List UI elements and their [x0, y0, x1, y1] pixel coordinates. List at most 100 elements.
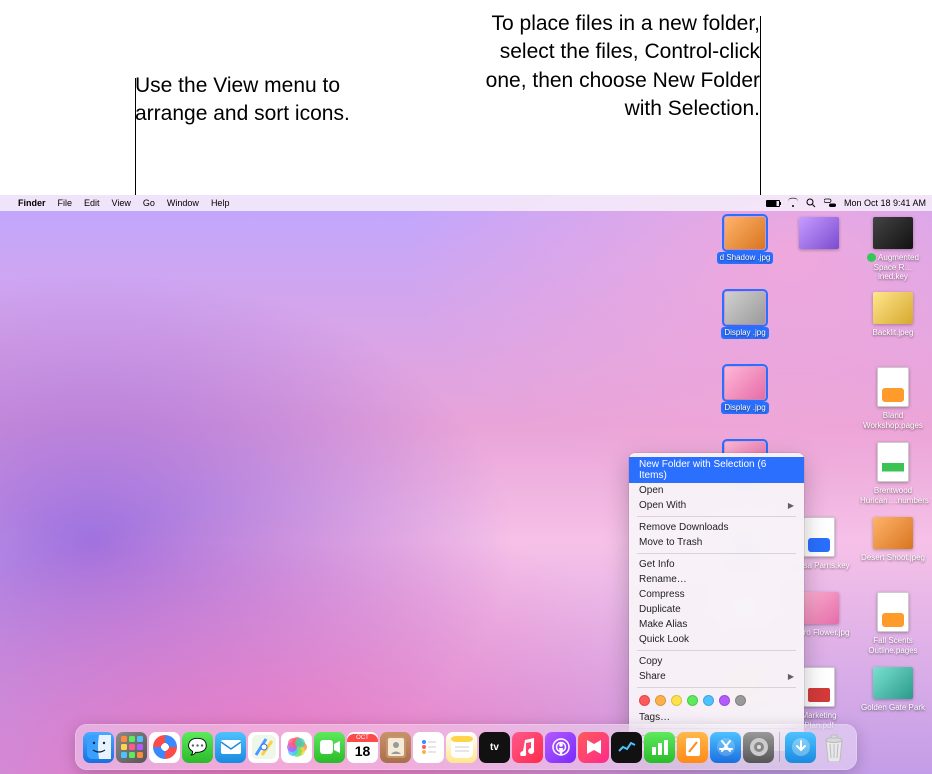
desktop-file-icon[interactable]: Backlit.jpeg	[856, 292, 930, 367]
file-thumbnail	[873, 517, 913, 549]
dock-finder-icon[interactable]	[83, 732, 114, 763]
tag-color-dot[interactable]	[719, 695, 730, 706]
ctx-item-move-to-trash[interactable]: Move to Trash	[629, 535, 804, 550]
dock-trash-icon[interactable]	[818, 732, 849, 763]
file-thumbnail	[803, 517, 835, 557]
dock-tv-icon[interactable]: tv	[479, 732, 510, 763]
dock-news-icon[interactable]	[578, 732, 609, 763]
dock-contacts-icon[interactable]	[380, 732, 411, 763]
menubar-item-window[interactable]: Window	[161, 198, 205, 208]
menubar-item-view[interactable]: View	[106, 198, 137, 208]
context-menu: New Folder with Selection (6 Items) Open…	[629, 453, 804, 751]
dock-safari-icon[interactable]	[149, 732, 180, 763]
dock-settings-icon[interactable]	[743, 732, 774, 763]
battery-icon[interactable]	[766, 200, 780, 207]
dock-launchpad-icon[interactable]	[116, 732, 147, 763]
tag-color-dot[interactable]	[703, 695, 714, 706]
ctx-item-open[interactable]: Open	[629, 483, 804, 498]
desktop-file-icon[interactable]: Fall Scents Outline.pages	[856, 592, 930, 667]
dock-calendar-icon[interactable]: OCT18	[347, 732, 378, 763]
file-thumbnail	[799, 217, 839, 249]
file-label: Golden Gate Park	[859, 702, 927, 714]
file-label: Brentwood Hurican….numbers	[858, 485, 928, 506]
file-thumbnail	[873, 667, 913, 699]
menubar: Finder File Edit View Go Window Help Mon…	[0, 195, 932, 211]
file-thumbnail	[725, 367, 765, 399]
file-label	[817, 252, 821, 254]
desktop-file-icon[interactable]: Golden Gate Park	[856, 667, 930, 742]
ctx-tag-colors	[629, 691, 804, 710]
ctx-item-new-folder-selection[interactable]: New Folder with Selection (6 Items)	[629, 457, 804, 483]
chevron-right-icon: ▶	[788, 672, 794, 681]
file-label: Bland Workshop.pages	[858, 410, 928, 431]
desktop-file-icon[interactable]: Display .jpg	[708, 367, 782, 442]
ctx-item-compress[interactable]: Compress	[629, 587, 804, 602]
menubar-item-edit[interactable]: Edit	[78, 198, 106, 208]
menubar-item-file[interactable]: File	[52, 198, 79, 208]
callout-view-menu: Use the View menu to arrange and sort ic…	[135, 72, 375, 129]
desktop-file-icon[interactable]	[782, 217, 856, 292]
separator	[637, 516, 796, 517]
spotlight-icon[interactable]	[806, 198, 816, 208]
dock-notes-icon[interactable]	[446, 732, 477, 763]
desktop-file-icon[interactable]: Desert Shoot.jpeg	[856, 517, 930, 592]
menubar-datetime[interactable]: Mon Oct 18 9:41 AM	[844, 198, 926, 208]
dock-reminders-icon[interactable]	[413, 732, 444, 763]
dock-music-icon[interactable]	[512, 732, 543, 763]
tag-color-dot[interactable]	[671, 695, 682, 706]
file-label: Desert Shoot.jpeg	[859, 552, 927, 564]
separator	[637, 650, 796, 651]
dock-downloads-icon[interactable]	[785, 732, 816, 763]
file-label: Augmented Space R…ined.key	[858, 252, 928, 283]
dock-photos-icon[interactable]	[281, 732, 312, 763]
ctx-item-make-alias[interactable]: Make Alias	[629, 617, 804, 632]
dock-podcasts-icon[interactable]	[545, 732, 576, 763]
ctx-item-copy[interactable]: Copy	[629, 654, 804, 669]
ctx-item-remove-downloads[interactable]: Remove Downloads	[629, 520, 804, 535]
tag-color-dot[interactable]	[735, 695, 746, 706]
desktop-file-icon[interactable]: Display .jpg	[708, 292, 782, 367]
desktop-file-icon[interactable]: Augmented Space R…ined.key	[856, 217, 930, 292]
desktop[interactable]: Finder File Edit View Go Window Help Mon…	[0, 195, 932, 774]
file-label: Display .jpg	[721, 327, 768, 339]
file-thumbnail	[725, 292, 765, 324]
dock-divider	[779, 732, 780, 762]
ctx-item-get-info[interactable]: Get Info	[629, 557, 804, 572]
ctx-item-tags[interactable]: Tags…	[629, 710, 804, 725]
dock-stocks-icon[interactable]	[611, 732, 642, 763]
menubar-item-go[interactable]: Go	[137, 198, 161, 208]
dock-maps-icon[interactable]	[248, 732, 279, 763]
tag-color-dot[interactable]	[687, 695, 698, 706]
dock-appstore-icon[interactable]	[710, 732, 741, 763]
dock-numbers-icon[interactable]	[644, 732, 675, 763]
dock-pages-icon[interactable]	[677, 732, 708, 763]
ctx-item-duplicate[interactable]: Duplicate	[629, 602, 804, 617]
callout-new-folder: To place files in a new folder, select t…	[460, 10, 760, 123]
file-thumbnail	[799, 592, 839, 624]
separator	[637, 687, 796, 688]
ctx-item-quick-look[interactable]: Quick Look	[629, 632, 804, 647]
menubar-item-help[interactable]: Help	[205, 198, 236, 208]
dock-mail-icon[interactable]	[215, 732, 246, 763]
dock-facetime-icon[interactable]	[314, 732, 345, 763]
control-center-icon[interactable]	[824, 198, 836, 208]
desktop-file-icon[interactable]: Brentwood Hurican….numbers	[856, 442, 930, 517]
file-label: d Shadow .jpg	[717, 252, 774, 264]
menubar-app-name[interactable]: Finder	[12, 198, 52, 208]
ctx-item-open-with[interactable]: Open With▶	[629, 498, 804, 513]
ctx-item-rename[interactable]: Rename…	[629, 572, 804, 587]
leader-line	[135, 78, 136, 198]
desktop-file-icon[interactable]: Bland Workshop.pages	[856, 367, 930, 442]
file-thumbnail	[803, 667, 835, 707]
file-thumbnail	[877, 442, 909, 482]
file-label: Display .jpg	[721, 402, 768, 414]
ctx-item-share[interactable]: Share▶	[629, 669, 804, 684]
file-label: Fall Scents Outline.pages	[858, 635, 928, 656]
separator	[637, 553, 796, 554]
wifi-icon[interactable]	[788, 199, 798, 207]
tag-color-dot[interactable]	[655, 695, 666, 706]
desktop-file-icon[interactable]: d Shadow .jpg	[708, 217, 782, 292]
dock-messages-icon[interactable]: 💬	[182, 732, 213, 763]
file-label: Backlit.jpeg	[871, 327, 916, 339]
tag-color-dot[interactable]	[639, 695, 650, 706]
